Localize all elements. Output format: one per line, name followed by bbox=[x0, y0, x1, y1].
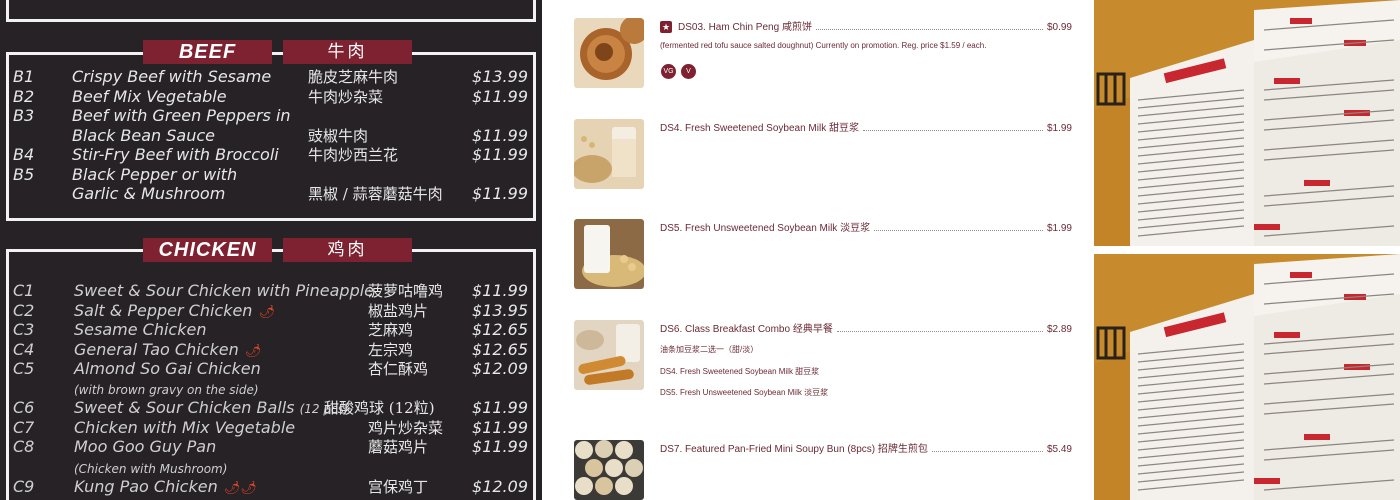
item-image-soy-milk[interactable] bbox=[574, 119, 644, 189]
item-image-breakfast-combo[interactable] bbox=[574, 320, 644, 390]
menu-row-cont: Garlic & Mushroom 黑椒 / 蒜蓉蘑菇牛肉 $11.99 bbox=[72, 184, 528, 203]
item-image-soy-milk-2[interactable] bbox=[574, 219, 644, 289]
beef-banner: BEEF bbox=[143, 40, 272, 64]
menu-row: B3 Beef with Green Peppers in bbox=[13, 106, 291, 125]
online-menu: ★ DS03. Ham Chin Peng 咸煎饼 $0.99 (ferment… bbox=[542, 0, 1094, 500]
vegan-badge: VG bbox=[661, 64, 676, 79]
menu-row: C8 Moo Goo Guy Pan 蘑菇鸡片 $11.99 bbox=[13, 437, 528, 456]
menu-row: C9 Kung Pao Chicken 🌶🌶 宫保鸡丁 $12.09 bbox=[13, 477, 528, 496]
menu-item-ds6[interactable]: DS6. Class Breakfast Combo 经典早餐 $2.89 bbox=[660, 319, 1072, 335]
vegetarian-badge: V bbox=[681, 64, 696, 79]
menu-row: B5 Black Pepper or with bbox=[13, 165, 238, 184]
chili-icon: 🌶🌶 bbox=[223, 481, 257, 496]
menu-row-note: (with brown gravy on the side) bbox=[74, 383, 259, 397]
item-image-soupy-bun[interactable] bbox=[574, 440, 644, 500]
combo-option[interactable]: DS5. Fresh Unsweetened Soybean Milk 淡豆浆 bbox=[660, 387, 828, 398]
menu-photo bbox=[1094, 254, 1400, 500]
menu-item-ds03[interactable]: ★ DS03. Ham Chin Peng 咸煎饼 $0.99 bbox=[660, 17, 1072, 33]
menu-row: C5 Almond So Gai Chicken 杏仁酥鸡 $12.09 bbox=[13, 359, 528, 378]
chicken-banner-zh: 鸡肉 bbox=[283, 238, 412, 262]
menu-item-ds7[interactable]: DS7. Featured Pan-Fried Mini Soupy Bun (… bbox=[660, 439, 1072, 455]
item-description: (fermented red tofu sauce salted doughnu… bbox=[660, 41, 987, 50]
menu-row: B2 Beef Mix Vegetable 牛肉炒杂菜 $11.99 bbox=[13, 87, 528, 106]
chili-icon: 🌶 bbox=[258, 305, 275, 320]
beef-banner-zh: 牛肉 bbox=[283, 40, 412, 64]
menu-row: C4 General Tao Chicken 🌶 左宗鸡 $12.65 bbox=[13, 340, 528, 359]
menu-row-cont: Black Bean Sauce 豉椒牛肉 $11.99 bbox=[72, 126, 528, 145]
menu-row: C7 Chicken with Mix Vegetable 鸡片炒杂菜 $11.… bbox=[13, 418, 528, 437]
chalkboard-menu: BEEF 牛肉 B1 Crispy Beef with Sesame 脆皮芝麻牛… bbox=[0, 0, 542, 500]
menu-row-note: (Chicken with Mushroom) bbox=[74, 462, 228, 476]
menu-row: B4 Stir-Fry Beef with Broccoli 牛肉炒西兰花 $1… bbox=[13, 145, 528, 164]
menu-row: C1 Sweet & Sour Chicken with Pineapple 菠… bbox=[13, 281, 528, 300]
menu-item-ds5[interactable]: DS5. Fresh Unsweetened Soybean Milk 淡豆浆 … bbox=[660, 218, 1072, 234]
combo-option[interactable]: DS4. Fresh Sweetened Soybean Milk 甜豆浆 bbox=[660, 366, 819, 377]
menu-row: B1 Crispy Beef with Sesame 脆皮芝麻牛肉 $13.99 bbox=[13, 67, 528, 86]
menu-row: C6 Sweet & Sour Chicken Balls (12 pcs) 甜… bbox=[13, 398, 528, 417]
menu-row: C2 Salt & Pepper Chicken 🌶 椒盐鸡片 $13.95 bbox=[13, 301, 528, 320]
menu-row: C3 Sesame Chicken 芝麻鸡 $12.65 bbox=[13, 320, 528, 339]
menu-photo bbox=[1094, 0, 1400, 246]
combo-options-header: 油条加豆浆二选一（甜/淡） bbox=[660, 345, 759, 354]
menu-item-ds4[interactable]: DS4. Fresh Sweetened Soybean Milk 甜豆浆 $1… bbox=[660, 118, 1072, 134]
featured-star-icon: ★ bbox=[660, 21, 672, 33]
chili-icon: 🌶 bbox=[244, 344, 262, 359]
frame-top bbox=[6, 0, 536, 22]
item-image-doughnut[interactable] bbox=[574, 18, 644, 88]
chicken-banner: CHICKEN bbox=[143, 238, 272, 262]
